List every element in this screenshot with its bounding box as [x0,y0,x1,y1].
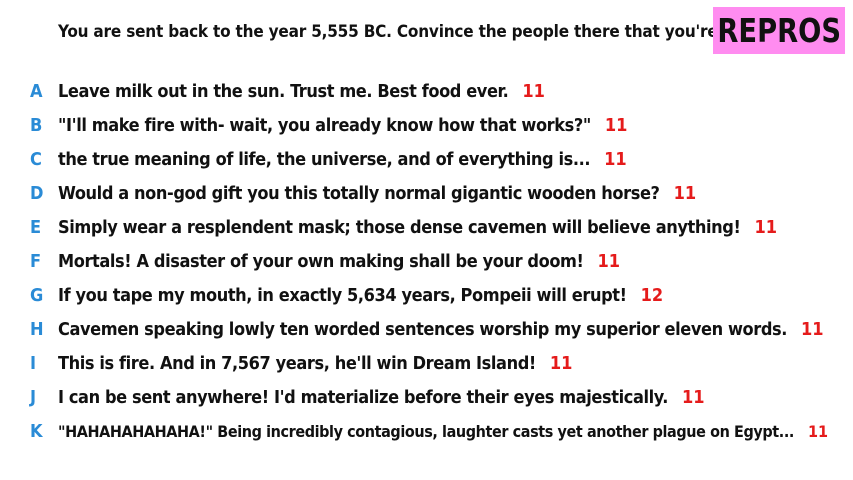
entry-score: 11 [807,421,828,441]
entry-text: the true meaning of life, the universe, … [58,148,627,170]
entry-score: 11 [597,250,621,272]
entry-j: J I can be sent anywhere! I'd materializ… [0,380,853,414]
entry-letter: I [30,352,37,374]
entry-letter: K [30,420,43,442]
entry-g: G If you tape my mouth, in exactly 5,634… [0,278,853,312]
entry-letter: F [30,250,42,272]
entry-i: I This is fire. And in 7,567 years, he'l… [0,346,853,380]
entry-text: Would a non-god gift you this totally no… [58,182,697,204]
entry-score: 11 [682,386,705,408]
entry-score: 12 [640,284,664,306]
entry-text: Cavemen speaking lowly ten worded senten… [58,318,824,340]
prompt-text: You are sent back to the year 5,555 BC. … [58,22,776,42]
entry-letter: H [30,318,44,340]
entry-text: "HAHAHAHAHAHA!" Being incredibly contagi… [58,421,828,441]
entry-text: I can be sent anywhere! I'd materialize … [58,386,705,408]
entry-score: 11 [604,148,627,170]
entry-score: 11 [522,80,545,102]
entry-score: 11 [801,318,824,340]
entry-letter: A [30,80,43,102]
entry-score: 11 [754,216,778,238]
entry-text: Mortals! A disaster of your own making s… [58,250,621,272]
entry-list: A Leave milk out in the sun. Trust me. B… [0,74,853,448]
entry-letter: J [30,386,37,408]
entry-c: C the true meaning of life, the universe… [0,142,853,176]
entry-text: Leave milk out in the sun. Trust me. Bes… [58,80,545,102]
entry-k: K "HAHAHAHAHAHA!" Being incredibly conta… [0,414,853,448]
badge-label: REPROS [717,11,841,50]
entry-f: F Mortals! A disaster of your own making… [0,244,853,278]
entry-letter: B [30,114,43,136]
repros-badge: REPROS [713,7,845,54]
entry-e: E Simply wear a resplendent mask; those … [0,210,853,244]
entry-h: H Cavemen speaking lowly ten worded sent… [0,312,853,346]
entry-a: A Leave milk out in the sun. Trust me. B… [0,74,853,108]
entry-letter: D [30,182,44,204]
entry-text: Simply wear a resplendent mask; those de… [58,216,778,238]
entry-letter: C [30,148,42,170]
entry-text: This is fire. And in 7,567 years, he'll … [58,352,573,374]
entry-letter: E [30,216,42,238]
entry-text: If you tape my mouth, in exactly 5,634 y… [58,284,664,306]
entry-d: D Would a non-god gift you this totally … [0,176,853,210]
entry-text: "I'll make fire with- wait, you already … [58,114,628,136]
entry-letter: G [30,284,44,306]
entry-b: B "I'll make fire with- wait, you alread… [0,108,853,142]
entry-score: 11 [673,182,697,204]
entry-score: 11 [549,352,573,374]
entry-score: 11 [604,114,628,136]
